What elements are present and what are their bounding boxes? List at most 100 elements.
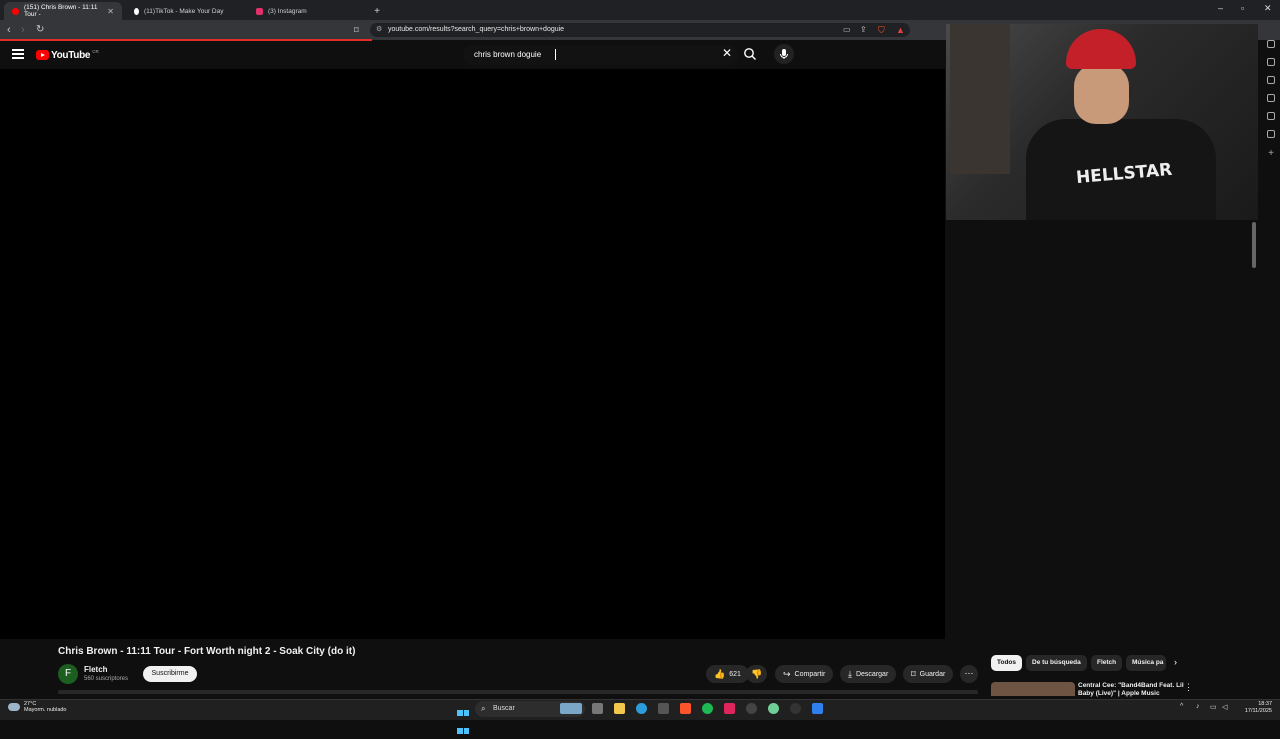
tab-instagram[interactable]: (3) Instagram [248,2,368,20]
chip-channel[interactable]: Fletch [1091,655,1123,671]
tab-tiktok[interactable]: (11)TikTok - Make Your Day [126,2,246,20]
task-view-icon[interactable] [592,703,603,714]
brave-rewards-icon[interactable]: ▲ [896,23,905,37]
channel-avatar[interactable]: F [58,664,78,684]
share-page-icon[interactable]: ⇪ [860,23,867,37]
weather-widget[interactable]: 27°C Mayorm. nublado [8,701,67,713]
scrollbar-thumb[interactable] [1252,222,1256,268]
sidebar-add-icon[interactable]: + [1262,148,1280,159]
search-value: chris brown doguie [474,50,542,59]
obs-icon[interactable] [746,703,757,714]
thumbs-up-icon: 👍 [714,668,726,679]
maximize-icon[interactable]: ▫ [1241,3,1244,13]
app-icon-2[interactable] [812,703,823,714]
media-player-icon[interactable] [790,703,801,714]
youtube-logo[interactable]: YouTube CR [36,48,99,62]
minimize-icon[interactable]: – [1218,3,1223,13]
streamer-cap [1066,29,1136,69]
sidebar-wallet-icon[interactable] [1267,94,1275,102]
menu-icon[interactable] [12,49,24,59]
video-player[interactable] [0,69,945,639]
subscriber-count: 560 suscriptores [84,676,129,682]
youtube-play-logo-icon [36,50,49,60]
chip-music[interactable]: Música pa [1126,655,1166,671]
webcam-overlay: HELLSTAR [946,24,1258,220]
sidebar-news-icon[interactable] [1267,112,1275,120]
url-field[interactable]: ⚙ youtube.com/results?search_query=chris… [370,23,910,37]
tab-label: (151) Chris Brown - 11:11 Tour - [24,4,98,18]
forward-icon[interactable]: › [21,23,25,37]
recommendation-thumbnail[interactable] [991,682,1075,696]
save-label: Guardar [919,670,946,678]
description-box[interactable] [58,690,978,694]
share-label: Compartir [794,670,826,678]
brave-shield-icon[interactable]: ⛉ [878,23,885,37]
search-icon: ⌕ [481,704,486,713]
clock-time: 18:37 [1258,701,1272,707]
streamer-face [1074,64,1129,124]
scrollbar-track[interactable] [1251,220,1258,700]
logo-text: YouTube [51,49,91,61]
tab-youtube[interactable]: (151) Chris Brown - 11:11 Tour - ✕ [4,2,122,20]
tab-label: (3) Instagram [268,7,307,15]
recommendation-title[interactable]: Central Cee: "Band4Band Feat. Lil Baby (… [1078,682,1184,698]
reload-icon[interactable]: ↻ [36,23,44,37]
voice-search-button[interactable] [774,44,794,64]
save-button[interactable]: ⌑ Guardar [903,665,954,683]
clear-search-icon[interactable]: ✕ [722,46,732,60]
share-icon: ↪ [783,668,791,679]
volume-icon[interactable]: ◁ [1222,703,1227,711]
dislike-button[interactable]: 👎 [746,665,768,683]
windows-start-icon[interactable] [457,703,469,734]
search-icon[interactable] [743,47,757,61]
install-app-icon[interactable]: ▭ [843,23,851,37]
new-tab-button[interactable]: + [370,2,384,20]
tab-label: (11)TikTok - Make Your Day [144,7,224,15]
edge-icon[interactable] [636,703,647,714]
file-explorer-icon[interactable] [614,703,625,714]
tiktok-favicon-icon [134,7,139,15]
share-button[interactable]: ↪ Compartir [775,665,834,683]
sidebar-history-icon[interactable] [1267,76,1275,84]
back-icon[interactable]: ‹ [7,23,11,37]
chip-from-search[interactable]: De tu búsqueda [1026,655,1087,671]
text-cursor [555,49,556,60]
chevron-right-icon[interactable]: › [1174,657,1177,667]
store-icon[interactable] [658,703,669,714]
site-info-icon[interactable]: ⚙ [376,23,382,37]
close-window-icon[interactable]: ✕ [1264,3,1272,14]
tray-chevron-icon[interactable]: ^ [1180,703,1183,710]
clothing-rack [950,24,1010,174]
close-tab-icon[interactable]: ✕ [107,7,114,16]
app-icon[interactable] [724,703,735,714]
more-actions-button[interactable]: ⋯ [960,665,978,683]
subscribe-button[interactable]: Suscribirme [143,666,197,682]
network-icon[interactable]: ▭ [1210,703,1217,711]
chrome-icon[interactable] [768,703,779,714]
taskbar-clock[interactable]: 18:37 17/11/2025 [1236,701,1272,715]
mic-icon [780,49,788,59]
sidebar-bookmark-icon[interactable] [1267,40,1275,48]
recommendation-menu-icon[interactable]: ⋮ [1184,682,1193,693]
download-button[interactable]: ⤓ Descargar [840,665,897,683]
url-text: youtube.com/results?search_query=chris+b… [388,26,565,33]
thumbs-down-icon: 👎 [751,668,763,679]
youtube-favicon-icon [12,7,19,15]
chip-all[interactable]: Todos [991,655,1023,671]
brave-icon[interactable] [680,703,691,714]
bookmark-icon[interactable]: ⌑ [354,23,359,37]
instagram-favicon-icon [256,7,263,15]
spotify-icon[interactable] [702,703,713,714]
browser-tab-bar: (151) Chris Brown - 11:11 Tour - ✕ (11)T… [0,0,1280,20]
country-code: CR [92,48,99,54]
mic-tray-icon[interactable]: ♪ [1196,703,1200,710]
like-button[interactable]: 👍 621 [706,665,749,683]
sidebar-apps-icon[interactable] [1267,130,1275,138]
search-input[interactable]: chris brown doguie [463,45,738,65]
sidebar-reading-icon[interactable] [1267,58,1275,66]
bookmark-add-icon: ⌑ [911,668,916,679]
news-widget-icon[interactable] [560,703,582,714]
channel-name[interactable]: Fletch [84,665,108,674]
taskbar-search-label: Buscar [493,705,515,712]
like-count: 621 [729,670,741,678]
